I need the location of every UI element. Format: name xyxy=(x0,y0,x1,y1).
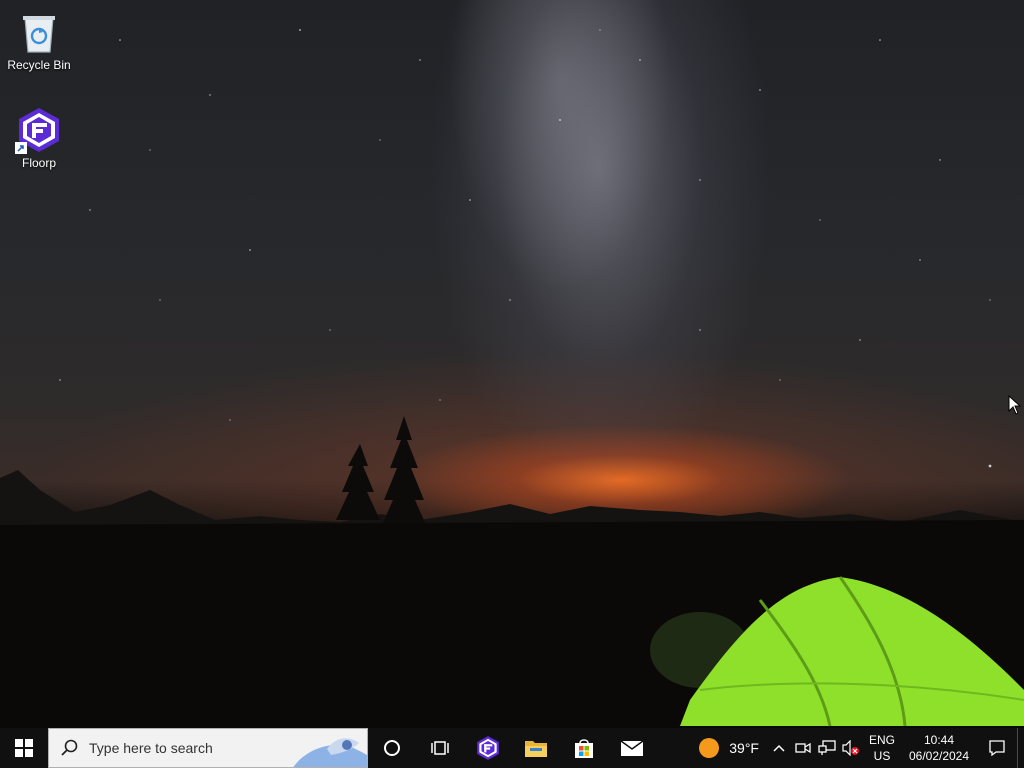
shortcut-arrow-icon xyxy=(15,142,27,154)
desktop-icon-label: Floorp xyxy=(21,156,56,170)
store-bag-icon xyxy=(575,739,593,758)
task-view-icon xyxy=(431,741,449,755)
action-center-button[interactable] xyxy=(977,728,1017,768)
wallpaper-scene xyxy=(0,29,1024,728)
desktop-icon-floorp[interactable]: Floorp xyxy=(2,106,76,170)
volume-muted-icon xyxy=(842,740,859,756)
search-icon xyxy=(61,739,78,756)
clock-date[interactable]: 10:44 06/02/2024 xyxy=(901,732,977,764)
floorp-icon xyxy=(15,106,63,154)
cortana-circle-icon xyxy=(384,740,400,756)
taskbar-search-box[interactable]: Type here to search xyxy=(48,728,368,768)
mail-icon xyxy=(620,740,644,756)
floorp-icon xyxy=(477,736,499,760)
network-monitor-icon xyxy=(818,740,836,755)
taskbar: Type here to search 39°F ENG US 10:44 06… xyxy=(0,728,1024,768)
meet-now-button[interactable] xyxy=(791,728,815,768)
windows-logo-icon xyxy=(15,739,33,757)
camera-icon xyxy=(795,742,811,754)
sun-icon xyxy=(699,738,720,758)
volume-button[interactable] xyxy=(839,728,863,768)
chevron-up-icon xyxy=(773,744,785,752)
network-button[interactable] xyxy=(815,728,839,768)
show-hidden-icons-button[interactable] xyxy=(767,728,791,768)
desktop-icon-label: Recycle Bin xyxy=(7,58,71,72)
weather-temperature: 39°F xyxy=(729,740,759,756)
input-language-indicator[interactable]: ENG US xyxy=(863,732,901,764)
show-desktop-button[interactable] xyxy=(1017,728,1024,768)
taskbar-mail-button[interactable] xyxy=(608,728,656,768)
stars xyxy=(29,29,992,468)
taskbar-floorp-button[interactable] xyxy=(464,728,512,768)
start-button[interactable] xyxy=(0,728,48,768)
mouse-cursor-icon xyxy=(1008,395,1022,415)
search-highlight-art-icon xyxy=(293,738,367,767)
cortana-button[interactable] xyxy=(368,728,416,768)
clock-date-text: 06/02/2024 xyxy=(908,749,970,763)
pine-trees xyxy=(336,416,426,525)
desktop-icon-recycle-bin[interactable]: Recycle Bin xyxy=(2,8,76,72)
system-tray: 39°F ENG US 10:44 06/02/2024 xyxy=(691,728,1024,768)
folder-icon xyxy=(525,741,547,757)
task-view-button[interactable] xyxy=(416,728,464,768)
clock-time: 10:44 xyxy=(923,733,955,747)
weather-widget[interactable]: 39°F xyxy=(691,728,767,768)
taskbar-file-explorer-button[interactable] xyxy=(512,728,560,768)
notification-icon xyxy=(989,740,1005,757)
desktop-wallpaper xyxy=(0,0,1024,728)
taskbar-store-button[interactable] xyxy=(560,728,608,768)
language-region: US xyxy=(873,749,891,763)
recycle-bin-icon xyxy=(15,8,63,56)
language-code: ENG xyxy=(868,733,895,747)
search-placeholder: Type here to search xyxy=(89,740,213,756)
